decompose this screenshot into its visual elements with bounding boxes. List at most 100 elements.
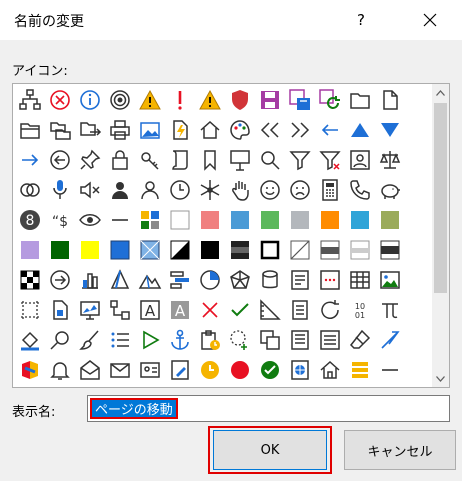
swatch-light-band[interactable] [345, 235, 375, 265]
move-folder-icon[interactable] [75, 115, 105, 145]
swatch-olive[interactable] [375, 205, 405, 235]
circle-right-arrow-icon[interactable] [45, 265, 75, 295]
swatch-sky[interactable] [345, 205, 375, 235]
bell-icon[interactable] [45, 355, 75, 385]
ruler-icon[interactable] [255, 295, 285, 325]
scroll-up-button[interactable] [432, 84, 449, 101]
document-icon[interactable] [375, 85, 405, 115]
text-a-icon[interactable]: A [135, 295, 165, 325]
search-icon[interactable] [45, 325, 75, 355]
down-triangle-icon[interactable] [375, 115, 405, 145]
bar-chart-icon[interactable] [75, 265, 105, 295]
list-icon[interactable] [315, 325, 345, 355]
bookmark-icon[interactable] [195, 145, 225, 175]
play-icon[interactable] [135, 325, 165, 355]
circle-left-arrow-icon[interactable] [45, 145, 75, 175]
swatch-black[interactable] [195, 235, 225, 265]
dashed-select-icon[interactable] [225, 325, 255, 355]
radar-chart-icon[interactable] [225, 265, 255, 295]
display-name-input[interactable]: ページの移動 [87, 395, 450, 422]
swatch-orange[interactable] [315, 205, 345, 235]
piggy-bank-icon[interactable] [375, 175, 405, 205]
double-right-arrow-icon[interactable] [285, 115, 315, 145]
check-icon[interactable] [225, 295, 255, 325]
cancel-button[interactable]: キャンセル [344, 430, 456, 470]
venn-icon[interactable] [15, 175, 45, 205]
pen-icon[interactable] [375, 325, 405, 355]
brush-icon[interactable] [75, 325, 105, 355]
key-icon[interactable] [135, 145, 165, 175]
swatch-green[interactable] [255, 205, 285, 235]
lock-icon[interactable] [105, 145, 135, 175]
quote-dollar-icon[interactable]: “$ [45, 205, 75, 235]
landscape-icon[interactable] [375, 265, 405, 295]
frown-icon[interactable] [285, 175, 315, 205]
list-doc-icon[interactable] [285, 295, 315, 325]
calculator-icon[interactable] [315, 175, 345, 205]
office-logo-icon[interactable] [15, 355, 45, 385]
dash-icon[interactable] [375, 355, 405, 385]
print-icon[interactable] [105, 115, 135, 145]
swatch-gradient-dark[interactable] [225, 235, 255, 265]
left-arrow-icon[interactable] [315, 115, 345, 145]
palette-icon[interactable] [225, 115, 255, 145]
bullet-list-icon[interactable] [105, 325, 135, 355]
hierarchy-icon[interactable] [15, 85, 45, 115]
info-circle-icon[interactable] [75, 85, 105, 115]
phone-icon[interactable] [345, 175, 375, 205]
filter-icon[interactable] [285, 145, 315, 175]
clipboard-icon[interactable] [195, 325, 225, 355]
envelope-icon[interactable] [105, 355, 135, 385]
dash-icon[interactable] [105, 205, 135, 235]
dots-form-icon[interactable] [315, 265, 345, 295]
swatch-dark-band[interactable] [375, 235, 405, 265]
flash-document-icon[interactable] [165, 115, 195, 145]
scroll-down-button[interactable] [432, 370, 449, 387]
save-icon[interactable] [255, 85, 285, 115]
magnifier-icon[interactable] [255, 145, 285, 175]
edit-doc-icon[interactable] [165, 355, 195, 385]
form-doc-icon[interactable] [285, 325, 315, 355]
clock-circle-icon[interactable] [195, 355, 225, 385]
help-button[interactable]: ? [344, 0, 378, 40]
scroll-icon[interactable] [165, 145, 195, 175]
envelope-open-icon[interactable] [75, 355, 105, 385]
user-card-icon[interactable] [345, 145, 375, 175]
mountain-icon[interactable] [135, 265, 165, 295]
shield-icon[interactable] [225, 85, 255, 115]
target-icon[interactable] [105, 85, 135, 115]
picture-icon[interactable] [135, 115, 165, 145]
swatch-gray[interactable] [285, 205, 315, 235]
easel-icon[interactable] [225, 145, 255, 175]
checker-icon[interactable] [15, 265, 45, 295]
anchor-icon[interactable] [165, 325, 195, 355]
table-icon[interactable] [345, 265, 375, 295]
speaker-mute-icon[interactable] [75, 175, 105, 205]
binary-icon[interactable]: 10 01 [345, 295, 375, 325]
right-arrow-icon[interactable] [15, 145, 45, 175]
copy-icon[interactable] [255, 325, 285, 355]
globe-doc-icon[interactable] [285, 355, 315, 385]
snowflake-icon[interactable] [195, 175, 225, 205]
warning-icon[interactable] [195, 85, 225, 115]
pin-icon[interactable] [75, 145, 105, 175]
swatch-white[interactable] [165, 205, 195, 235]
person-icon[interactable] [105, 175, 135, 205]
save-as-icon[interactable] [285, 85, 315, 115]
icon-list[interactable]: 8 “$ A A 10 01 [12, 83, 450, 388]
stack-icon[interactable] [345, 355, 375, 385]
smile-icon[interactable] [255, 175, 285, 205]
filter-clear-icon[interactable] [315, 145, 345, 175]
swatch-slash[interactable] [285, 235, 315, 265]
refresh-icon[interactable] [315, 295, 345, 325]
warning-icon[interactable] [135, 85, 165, 115]
swatch-dark-green[interactable] [45, 235, 75, 265]
up-triangle-icon[interactable] [345, 115, 375, 145]
swatch-hatched[interactable] [135, 235, 165, 265]
contact-card-icon[interactable] [135, 355, 165, 385]
gantt-icon[interactable] [165, 265, 195, 295]
swatch-border-black[interactable] [255, 235, 285, 265]
eraser-icon[interactable] [345, 325, 375, 355]
home-icon[interactable] [195, 115, 225, 145]
swatch-lavender[interactable] [15, 235, 45, 265]
